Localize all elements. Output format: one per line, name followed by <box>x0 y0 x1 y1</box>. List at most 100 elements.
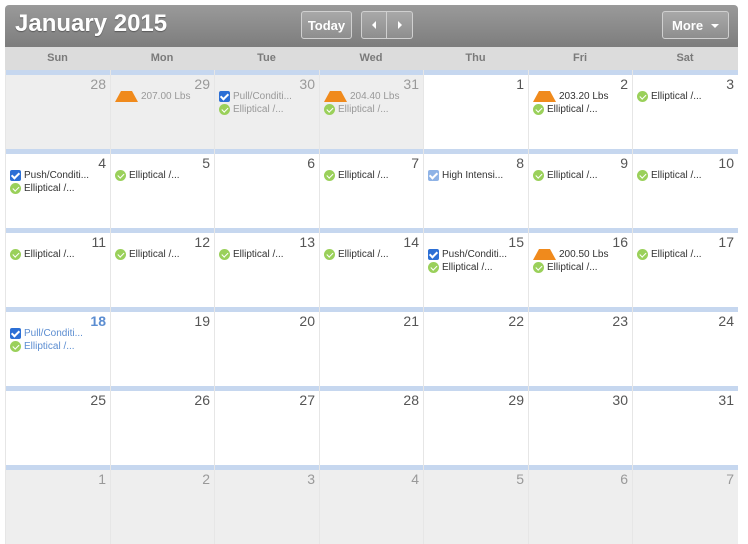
day-number[interactable]: 19 <box>194 313 210 329</box>
day-cell[interactable]: 2 <box>110 465 214 544</box>
day-number[interactable]: 31 <box>718 392 734 408</box>
calendar-event[interactable]: Elliptical /... <box>637 248 736 261</box>
calendar-event[interactable]: Elliptical /... <box>324 169 421 182</box>
day-cell[interactable]: 28 <box>5 70 110 149</box>
day-cell[interactable]: 12 Elliptical /... <box>110 228 214 307</box>
day-cell[interactable]: 15 Push/Conditi... Elliptical /... <box>423 228 528 307</box>
day-cell[interactable]: 5 <box>423 465 528 544</box>
day-cell[interactable]: 31 <box>632 386 738 465</box>
day-cell[interactable]: 18 Pull/Conditi... Elliptical /... <box>5 307 110 386</box>
previous-month-button[interactable] <box>361 11 387 39</box>
day-cell[interactable]: 10 Elliptical /... <box>632 149 738 228</box>
day-number[interactable]: 29 <box>508 392 524 408</box>
day-cell[interactable]: 30 <box>528 386 632 465</box>
day-number[interactable]: 30 <box>612 392 628 408</box>
day-cell[interactable]: 23 <box>528 307 632 386</box>
day-number[interactable]: 20 <box>299 313 315 329</box>
calendar-event[interactable]: 204.40 Lbs <box>324 90 421 103</box>
day-number[interactable]: 2 <box>202 471 210 487</box>
calendar-event[interactable]: Elliptical /... <box>10 340 108 353</box>
day-number[interactable]: 1 <box>516 76 524 92</box>
day-cell[interactable]: 1 <box>423 70 528 149</box>
calendar-event[interactable]: High Intensi... <box>428 169 526 182</box>
calendar-event[interactable]: Elliptical /... <box>324 248 421 261</box>
day-cell[interactable]: 22 <box>423 307 528 386</box>
calendar-event[interactable]: Elliptical /... <box>324 103 421 116</box>
day-cell[interactable]: 7 Elliptical /... <box>319 149 423 228</box>
day-cell[interactable]: 29 <box>423 386 528 465</box>
day-number[interactable]: 5 <box>516 471 524 487</box>
day-cell[interactable]: 11 Elliptical /... <box>5 228 110 307</box>
day-number[interactable]: 23 <box>612 313 628 329</box>
day-number[interactable]: 1 <box>98 471 106 487</box>
calendar-event[interactable]: Elliptical /... <box>428 261 526 274</box>
calendar-event[interactable]: 207.00 Lbs <box>115 90 212 103</box>
day-cell[interactable]: 3 Elliptical /... <box>632 70 738 149</box>
day-number[interactable]: 4 <box>411 471 419 487</box>
day-number[interactable]: 7 <box>726 471 734 487</box>
day-cell[interactable]: 6 <box>214 149 319 228</box>
calendar-event[interactable]: Elliptical /... <box>637 169 736 182</box>
day-cell[interactable]: 24 <box>632 307 738 386</box>
day-cell[interactable]: 2 203.20 Lbs Elliptical /... <box>528 70 632 149</box>
more-button[interactable]: More <box>662 11 729 39</box>
day-cell[interactable]: 9 Elliptical /... <box>528 149 632 228</box>
day-number[interactable]: 25 <box>90 392 106 408</box>
day-of-week-thu: Thu <box>465 52 486 64</box>
day-number[interactable]: 28 <box>403 392 419 408</box>
day-number[interactable]: 27 <box>299 392 315 408</box>
day-header-bar <box>320 228 423 233</box>
day-header-bar <box>6 307 110 312</box>
next-month-button[interactable] <box>387 11 413 39</box>
day-cell[interactable]: 13 Elliptical /... <box>214 228 319 307</box>
calendar-event[interactable]: Elliptical /... <box>533 261 630 274</box>
calendar-event[interactable]: Elliptical /... <box>219 248 317 261</box>
day-number[interactable]: 6 <box>307 155 315 171</box>
day-cell[interactable]: 3 <box>214 465 319 544</box>
day-number[interactable]: 21 <box>403 313 419 329</box>
day-cell[interactable]: 4 Push/Conditi... Elliptical /... <box>5 149 110 228</box>
day-number[interactable]: 24 <box>718 313 734 329</box>
day-cell[interactable]: 20 <box>214 307 319 386</box>
calendar-event[interactable]: Push/Conditi... <box>428 248 526 261</box>
day-number[interactable]: 22 <box>508 313 524 329</box>
day-number[interactable]: 6 <box>620 471 628 487</box>
day-cell[interactable]: 29 207.00 Lbs <box>110 70 214 149</box>
calendar-event[interactable]: Elliptical /... <box>10 182 108 195</box>
day-cell[interactable]: 26 <box>110 386 214 465</box>
day-cell[interactable]: 25 <box>5 386 110 465</box>
day-cell[interactable]: 27 <box>214 386 319 465</box>
today-button[interactable]: Today <box>301 11 352 39</box>
event-title: Elliptical /... <box>651 170 702 181</box>
calendar-event[interactable]: 203.20 Lbs <box>533 90 630 103</box>
day-cell[interactable]: 30 Pull/Conditi... Elliptical /... <box>214 70 319 149</box>
day-number[interactable]: 26 <box>194 392 210 408</box>
day-cell[interactable]: 5 Elliptical /... <box>110 149 214 228</box>
calendar-event[interactable]: Elliptical /... <box>533 103 630 116</box>
calendar-event[interactable]: Push/Conditi... <box>10 169 108 182</box>
calendar-event[interactable]: Elliptical /... <box>219 103 317 116</box>
calendar-event[interactable]: Elliptical /... <box>10 248 108 261</box>
calendar-event[interactable]: Pull/Conditi... <box>10 327 108 340</box>
calendar-event[interactable]: 200.50 Lbs <box>533 248 630 261</box>
day-cell[interactable]: 14 Elliptical /... <box>319 228 423 307</box>
calendar-event[interactable]: Elliptical /... <box>115 169 212 182</box>
day-cell[interactable]: 7 <box>632 465 738 544</box>
day-cell[interactable]: 28 <box>319 386 423 465</box>
day-cell[interactable]: 21 <box>319 307 423 386</box>
day-header-bar <box>215 386 319 391</box>
day-number[interactable]: 3 <box>307 471 315 487</box>
day-cell[interactable]: 17 Elliptical /... <box>632 228 738 307</box>
day-cell[interactable]: 6 <box>528 465 632 544</box>
calendar-event[interactable]: Elliptical /... <box>637 90 736 103</box>
calendar-event[interactable]: Elliptical /... <box>533 169 630 182</box>
calendar-event[interactable]: Elliptical /... <box>115 248 212 261</box>
day-number[interactable]: 28 <box>90 76 106 92</box>
day-cell[interactable]: 19 <box>110 307 214 386</box>
day-cell[interactable]: 1 <box>5 465 110 544</box>
day-cell[interactable]: 4 <box>319 465 423 544</box>
day-cell[interactable]: 16 200.50 Lbs Elliptical /... <box>528 228 632 307</box>
day-cell[interactable]: 8 High Intensi... <box>423 149 528 228</box>
calendar-event[interactable]: Pull/Conditi... <box>219 90 317 103</box>
day-cell[interactable]: 31 204.40 Lbs Elliptical /... <box>319 70 423 149</box>
